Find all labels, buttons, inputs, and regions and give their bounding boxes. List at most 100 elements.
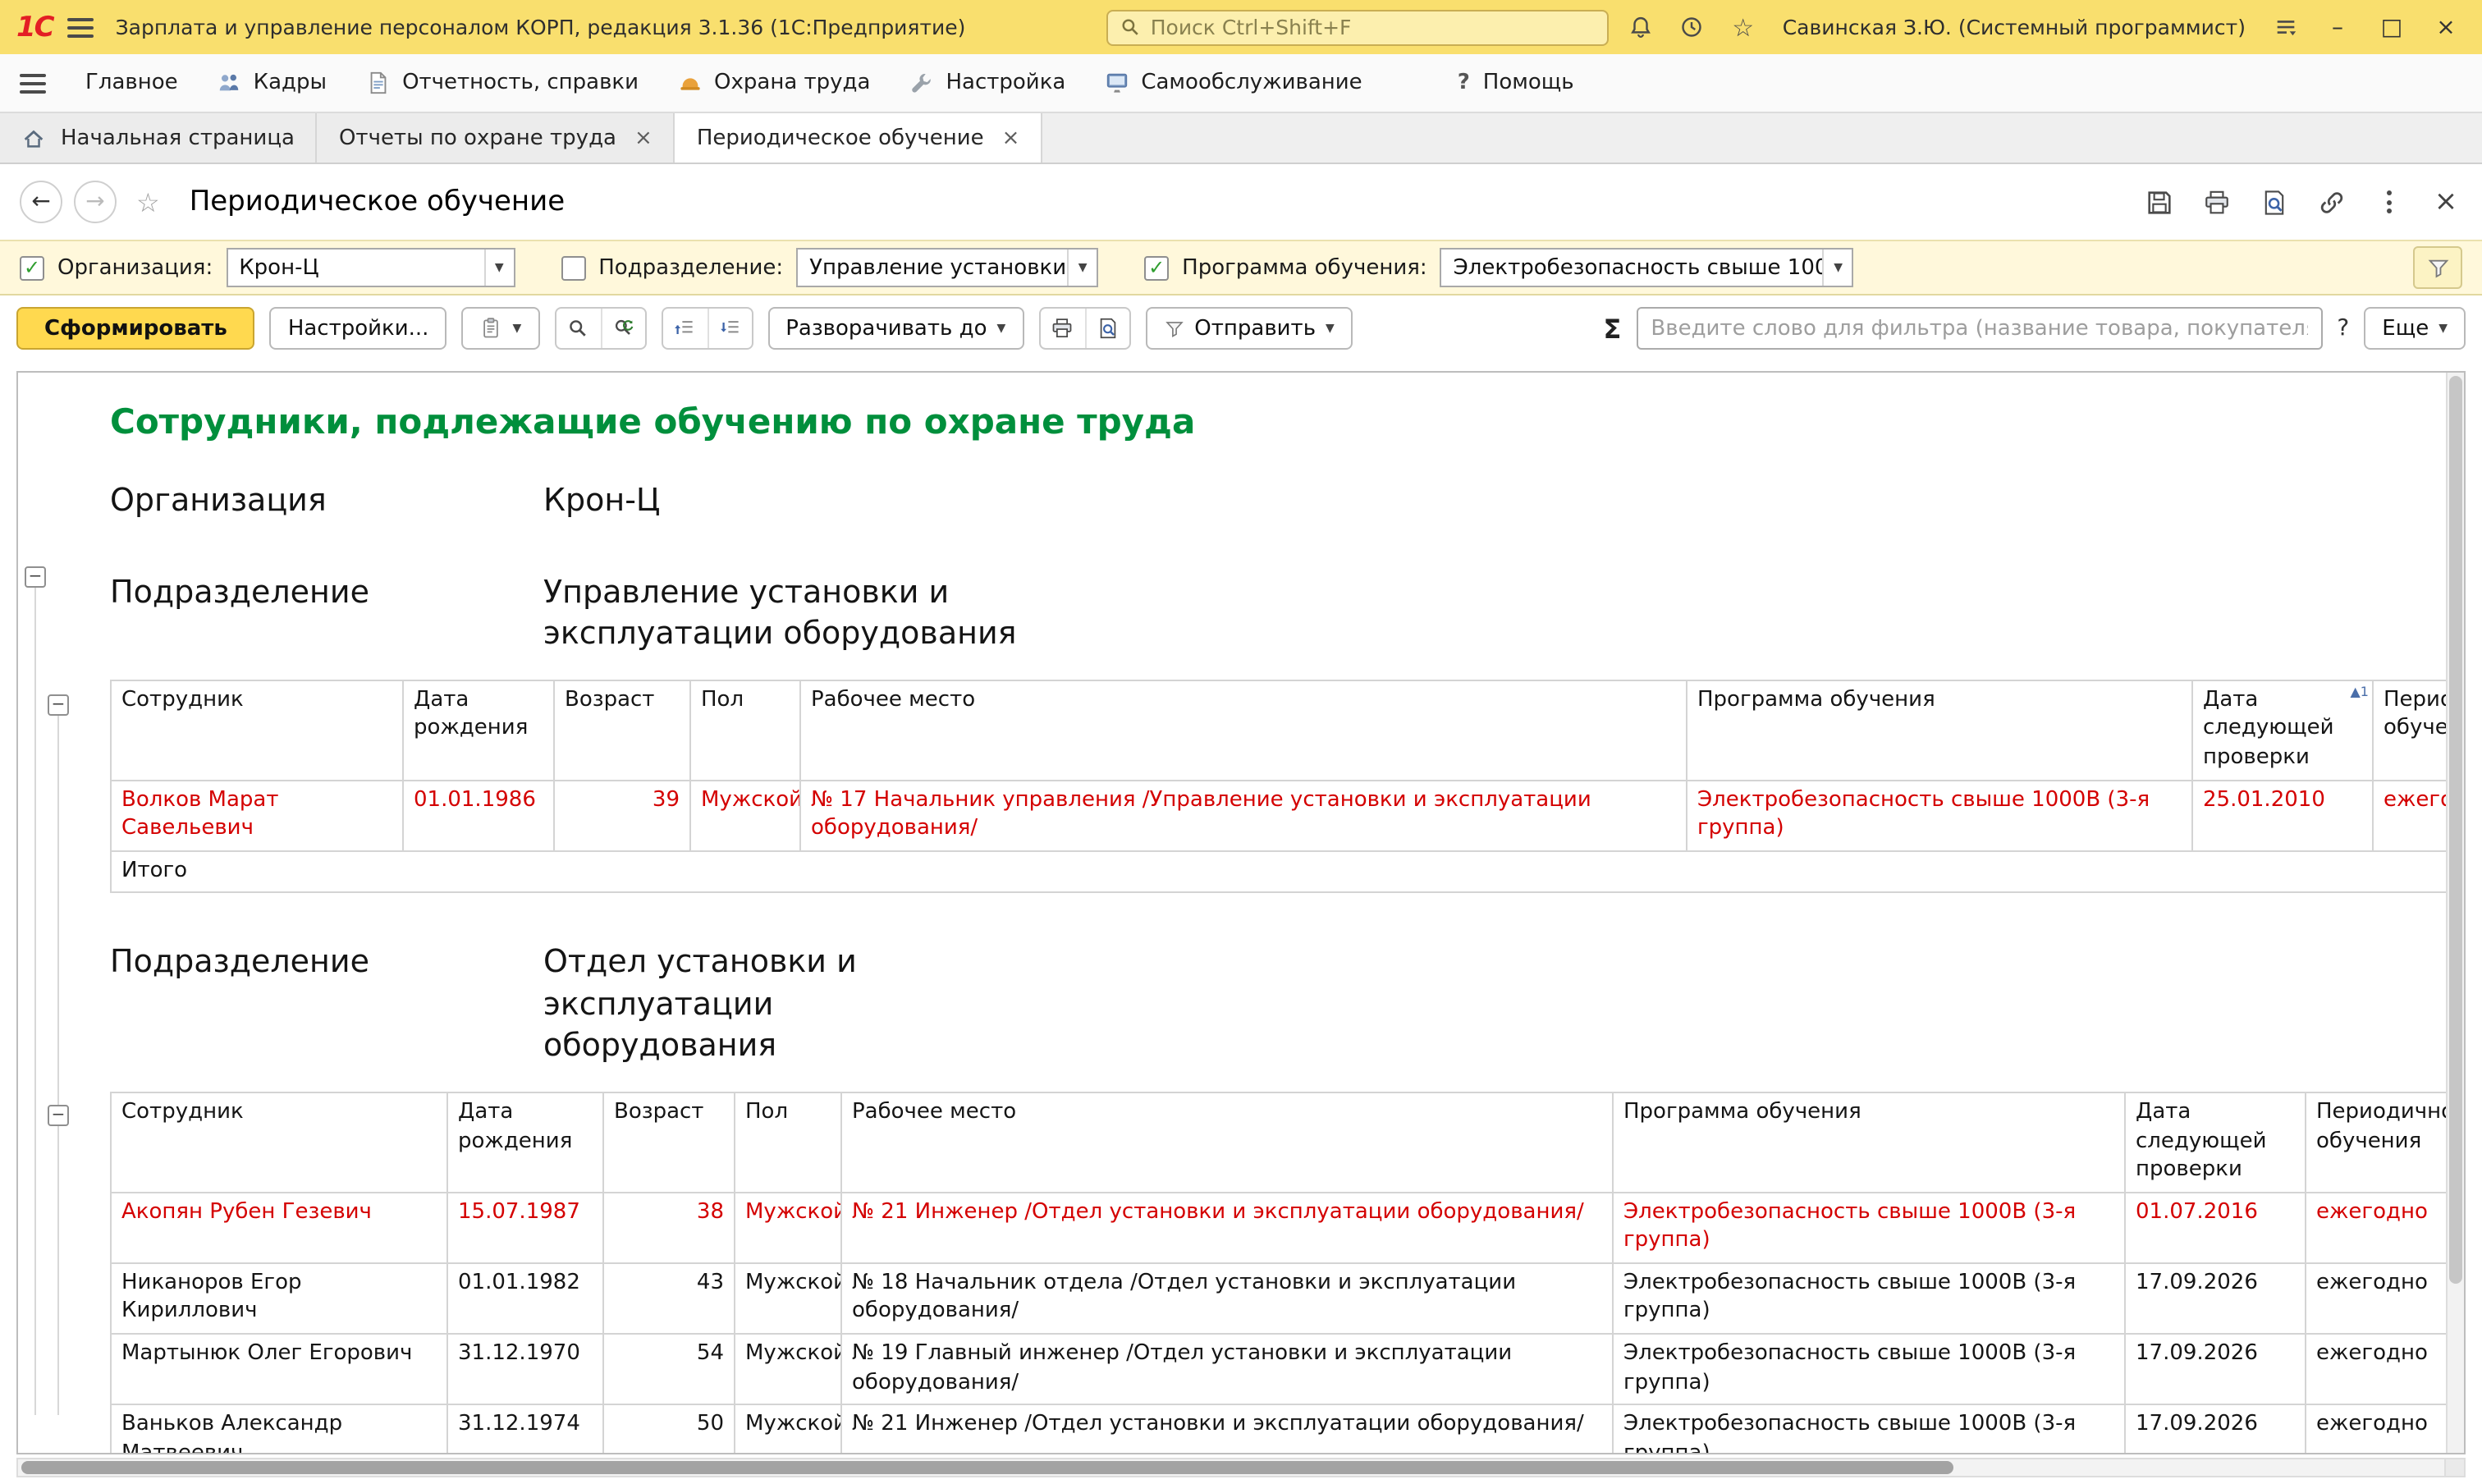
- cell-birth[interactable]: 15.07.1987: [447, 1193, 603, 1263]
- vertical-scrollbar[interactable]: [2446, 373, 2464, 1453]
- tab-home[interactable]: Начальная страница: [0, 113, 318, 163]
- collapse-groups-icon[interactable]: [662, 309, 707, 348]
- cell-birth[interactable]: 01.01.1982: [447, 1263, 603, 1334]
- print-preview-icon[interactable]: [1084, 309, 1129, 348]
- report-viewport[interactable]: Сотрудники, подлежащие обучению по охран…: [90, 373, 2446, 1453]
- cell-name[interactable]: Волков Марат Савельевич: [111, 780, 403, 850]
- chevron-down-icon[interactable]: ▼: [483, 250, 513, 286]
- cell-age[interactable]: 39: [554, 780, 690, 850]
- department-combobox[interactable]: Управление установки и эксплуатации обор…: [796, 248, 1098, 287]
- send-button[interactable]: Отправить ▼: [1145, 307, 1353, 350]
- forward-button[interactable]: →: [74, 181, 117, 223]
- program-combobox[interactable]: Электробезопасность свыше 1000В (3-я гру…: [1440, 248, 1854, 287]
- cell-next_check[interactable]: 01.07.2016: [2125, 1193, 2306, 1263]
- cell-name[interactable]: Мартынюк Олег Егорович: [111, 1334, 447, 1404]
- col-age[interactable]: Возраст: [603, 1092, 735, 1192]
- cell-program[interactable]: Электробезопасность свыше 1000В (3-я гру…: [1613, 1334, 2125, 1404]
- save-icon[interactable]: [2142, 186, 2175, 218]
- add-favorite-star-icon[interactable]: ☆: [136, 186, 160, 218]
- more-menu-icon[interactable]: [2372, 186, 2405, 218]
- close-icon[interactable]: ×: [1002, 126, 1020, 150]
- report-variants-button[interactable]: ▼: [461, 307, 539, 350]
- col-periodicity[interactable]: Периодичность обучения: [2373, 680, 2446, 780]
- horizontal-scroll-thumb[interactable]: [21, 1461, 1953, 1474]
- notifications-bell-icon[interactable]: [1623, 9, 1660, 45]
- expand-to-button[interactable]: Разворачивать до ▼: [767, 307, 1023, 350]
- current-user[interactable]: Савинская З.Ю. (Системный программист): [1783, 15, 2246, 39]
- cell-next_check[interactable]: 17.09.2026: [2125, 1263, 2306, 1334]
- cell-name[interactable]: Ваньков Александр Матвеевич: [111, 1404, 447, 1453]
- tab-periodic-training[interactable]: Периодическое обучение ×: [675, 113, 1043, 163]
- cell-program[interactable]: Электробезопасность свыше 1000В (3-я гру…: [1613, 1263, 2125, 1334]
- minimize-button[interactable]: –: [2318, 14, 2357, 40]
- col-workplace[interactable]: Рабочее место: [800, 680, 1687, 780]
- organization-checkbox[interactable]: ✓: [20, 255, 44, 280]
- col-periodicity[interactable]: Периодичность обучения: [2306, 1092, 2446, 1192]
- find-icon[interactable]: [556, 309, 600, 348]
- service-menu-icon[interactable]: [2267, 9, 2303, 45]
- more-button[interactable]: Еще ▼: [2364, 307, 2466, 350]
- menu-item-labor-safety[interactable]: Охрана труда: [678, 71, 870, 95]
- print-icon[interactable]: [2200, 186, 2232, 218]
- cell-birth[interactable]: 31.12.1970: [447, 1334, 603, 1404]
- cell-age[interactable]: 54: [603, 1334, 735, 1404]
- cell-birth[interactable]: 01.01.1986: [403, 780, 554, 850]
- cell-gender[interactable]: Мужской: [735, 1404, 841, 1453]
- col-birthdate[interactable]: Дата рождения: [447, 1092, 603, 1192]
- link-icon[interactable]: [2315, 186, 2347, 218]
- col-age[interactable]: Возраст: [554, 680, 690, 780]
- cell-workplace[interactable]: № 19 Главный инженер /Отдел установки и …: [841, 1334, 1613, 1404]
- close-window-button[interactable]: ×: [2426, 14, 2466, 40]
- collapse-group-button[interactable]: −: [48, 694, 69, 716]
- cell-gender[interactable]: Мужской: [735, 1263, 841, 1334]
- menu-item-personnel[interactable]: Кадры: [218, 71, 327, 95]
- cell-next_check[interactable]: 17.09.2026: [2125, 1404, 2306, 1453]
- col-program[interactable]: Программа обучения: [1687, 680, 2192, 780]
- col-gender[interactable]: Пол: [735, 1092, 841, 1192]
- cell-age[interactable]: 43: [603, 1263, 735, 1334]
- main-menu-icon[interactable]: [68, 17, 94, 37]
- col-employee[interactable]: Сотрудник: [111, 1092, 447, 1192]
- cell-age[interactable]: 50: [603, 1404, 735, 1453]
- cell-period[interactable]: ежегодно: [2373, 780, 2446, 850]
- cell-birth[interactable]: 31.12.1974: [447, 1404, 603, 1453]
- menu-item-settings[interactable]: Настройка: [909, 71, 1065, 95]
- department-checkbox[interactable]: [561, 255, 585, 280]
- preview-icon[interactable]: [2257, 186, 2290, 218]
- col-employee[interactable]: Сотрудник: [111, 680, 403, 780]
- cell-workplace[interactable]: № 18 Начальник отдела /Отдел установки и…: [841, 1263, 1613, 1334]
- cell-period[interactable]: ежегодно: [2306, 1334, 2446, 1404]
- cell-name[interactable]: Никаноров Егор Кириллович: [111, 1263, 447, 1334]
- collapse-group-button[interactable]: −: [25, 566, 46, 588]
- cell-period[interactable]: ежегодно: [2306, 1404, 2446, 1453]
- cell-age[interactable]: 38: [603, 1193, 735, 1263]
- organization-combobox[interactable]: Крон-Ц ▼: [226, 248, 515, 287]
- report-row[interactable]: Акопян Рубен Гезевич15.07.198738Мужской№…: [111, 1193, 2446, 1263]
- cell-program[interactable]: Электробезопасность свыше 1000В (3-я гру…: [1613, 1193, 2125, 1263]
- menu-item-self-service[interactable]: Самообслуживание: [1105, 71, 1362, 95]
- col-next-check[interactable]: Дата следующей проверки▲1: [2192, 680, 2373, 780]
- menu-item-help[interactable]: ? Помощь: [1458, 71, 1574, 95]
- total-row-label[interactable]: Итого: [111, 850, 2446, 892]
- col-gender[interactable]: Пол: [690, 680, 800, 780]
- autosum-button[interactable]: Σ: [1604, 313, 1622, 344]
- cell-period[interactable]: ежегодно: [2306, 1193, 2446, 1263]
- print-icon[interactable]: [1040, 309, 1084, 348]
- chevron-down-icon[interactable]: ▼: [1823, 250, 1852, 286]
- close-page-icon[interactable]: ×: [2429, 186, 2462, 218]
- report-row[interactable]: Мартынюк Олег Егорович31.12.197054Мужско…: [111, 1334, 2446, 1404]
- col-birthdate[interactable]: Дата рождения: [403, 680, 554, 780]
- cell-gender[interactable]: Мужской: [690, 780, 800, 850]
- back-button[interactable]: ←: [20, 181, 62, 223]
- expand-groups-icon[interactable]: [707, 309, 751, 348]
- global-search[interactable]: [1106, 9, 1609, 45]
- cell-next_check[interactable]: 25.01.2010: [2192, 780, 2373, 850]
- chevron-down-icon[interactable]: ▼: [1067, 250, 1097, 286]
- filter-settings-button[interactable]: [2413, 246, 2462, 289]
- favorites-star-icon[interactable]: ☆: [1725, 9, 1761, 45]
- close-icon[interactable]: ×: [634, 126, 653, 150]
- report-row[interactable]: Ваньков Александр Матвеевич31.12.197450М…: [111, 1404, 2446, 1453]
- col-workplace[interactable]: Рабочее место: [841, 1092, 1613, 1192]
- program-checkbox[interactable]: ✓: [1144, 255, 1169, 280]
- find-next-icon[interactable]: [600, 309, 644, 348]
